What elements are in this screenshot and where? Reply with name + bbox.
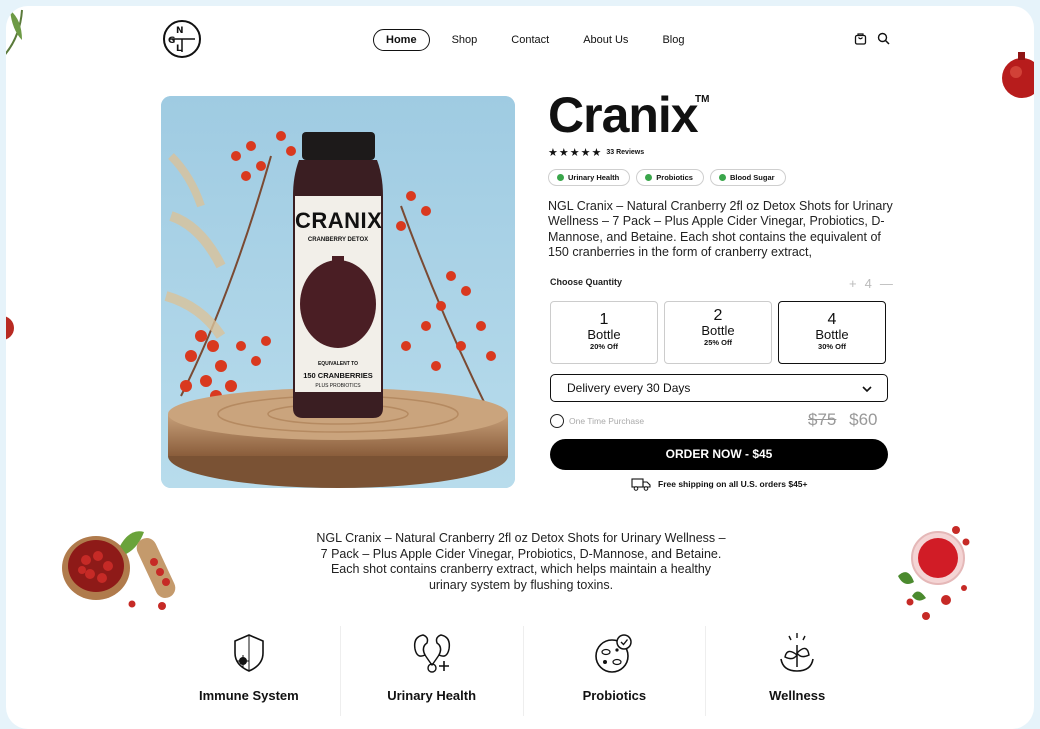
price-display: $75 $60 — [808, 410, 877, 430]
old-price: $75 — [808, 410, 837, 429]
cranberry-bowl-decoration — [62, 531, 176, 610]
shield-virus-icon — [234, 634, 264, 672]
option-2-bottle[interactable]: 2 Bottle 25% Off — [664, 301, 772, 364]
chevron-down-icon — [862, 386, 872, 393]
probiotic-cell-icon — [595, 634, 633, 673]
increment-button[interactable]: + — [849, 276, 857, 291]
option-unit: Bottle — [587, 327, 621, 342]
feature-label: Immune System — [199, 688, 299, 703]
delivery-select[interactable]: Delivery every 30 Days — [550, 374, 888, 402]
quantity-stepper: + 4 — — [849, 276, 893, 291]
option-discount: 25% Off — [704, 338, 732, 347]
option-unit: Bottle — [815, 327, 849, 342]
nav-about-us[interactable]: About Us — [583, 34, 628, 46]
trademark: TM — [695, 94, 710, 105]
feature-urinary-health: Urinary Health — [339, 626, 523, 716]
delivery-value: Delivery every 30 Days — [567, 381, 691, 395]
tag-probiotics: Probiotics — [636, 169, 704, 186]
star-icon: ★ — [569, 146, 580, 159]
bottle-plus: PLUS PROBIOTICS — [315, 383, 361, 389]
bottle-count: 150 CRANBERRIES — [303, 371, 373, 380]
cart-icon[interactable] — [854, 32, 867, 45]
tag-label: Blood Sugar — [729, 173, 775, 182]
option-4-bottle[interactable]: 4 Bottle 30% Off — [778, 301, 886, 364]
star-icon: ★ — [591, 146, 602, 159]
check-dot-icon — [645, 174, 653, 181]
feature-immune-system: Immune System — [158, 626, 340, 716]
one-time-label: One Time Purchase — [569, 416, 645, 426]
shipping-text: Free shipping on all U.S. orders $45+ — [658, 479, 808, 489]
option-count: 1 — [599, 311, 609, 328]
order-now-button[interactable]: ORDER NOW - $45 — [550, 439, 888, 470]
logo-divider — [169, 38, 195, 52]
rating[interactable]: ★ ★ ★ ★ ★ 33 Reviews — [548, 146, 644, 159]
option-unit: Bottle — [701, 323, 735, 338]
tag-urinary-health: Urinary Health — [548, 169, 631, 186]
tag-label: Probiotics — [656, 173, 693, 182]
option-count: 4 — [827, 311, 837, 328]
quantity-options: 1 Bottle 20% Off 2 Bottle 25% Off 4 Bott… — [550, 301, 886, 364]
feature-label: Probiotics — [582, 688, 647, 703]
nav-icons — [854, 32, 890, 45]
delivery-truck-icon — [631, 478, 651, 491]
bottle-equiv: EQUIVALENT TO — [317, 361, 359, 367]
option-count: 2 — [713, 307, 723, 324]
option-1-bottle[interactable]: 1 Bottle 20% Off — [550, 301, 658, 364]
feature-wellness: Wellness — [705, 626, 888, 716]
reviews-count[interactable]: 33 Reviews — [606, 149, 644, 156]
bottle-brand: CRANIX — [295, 208, 383, 233]
page: N G L Home Shop Contact About Us Blog CR… — [6, 6, 1034, 729]
product-description: NGL Cranix – Natural Cranberry 2fl oz De… — [548, 199, 893, 259]
kidneys-icon — [413, 634, 450, 673]
star-icon: ★ — [580, 146, 591, 159]
option-discount: 20% Off — [590, 342, 618, 351]
shipping-note: Free shipping on all U.S. orders $45+ — [631, 477, 808, 491]
star-icon: ★ — [548, 146, 558, 159]
berry-decoration — [6, 316, 14, 340]
nav-shop[interactable]: Shop — [452, 34, 478, 46]
feature-label: Urinary Health — [387, 688, 477, 703]
nav-contact[interactable]: Contact — [511, 34, 549, 46]
quantity-value: 4 — [864, 276, 872, 291]
nav-home[interactable]: Home — [373, 28, 430, 51]
decrement-button[interactable]: — — [880, 276, 893, 291]
feature-probiotics: Probiotics — [522, 626, 706, 716]
logo[interactable]: N G L — [163, 20, 201, 58]
bottle-subtitle: CRANBERRY DETOX — [307, 237, 369, 243]
feature-label: Wellness — [769, 688, 826, 703]
benefit-tags: Urinary Health Probiotics Blood Sugar — [548, 169, 786, 186]
tag-blood-sugar: Blood Sugar — [709, 169, 786, 186]
choose-quantity-label: Choose Quantity — [550, 277, 623, 287]
check-dot-icon — [718, 174, 726, 181]
product-image: CRANIX CRANBERRY DETOX EQUIVALENT TO 150… — [161, 96, 515, 488]
lower-description: NGL Cranix – Natural Cranberry 2fl oz De… — [316, 531, 726, 592]
tag-label: Urinary Health — [568, 173, 620, 182]
main-nav: Home Shop Contact About Us Blog — [373, 28, 718, 51]
check-dot-icon — [557, 174, 564, 181]
product-title: Cranix — [548, 87, 699, 143]
feature-list: Immune System Urinary Health Probiotics … — [158, 626, 888, 716]
one-time-purchase[interactable]: One Time Purchase — [550, 414, 644, 428]
product-photo — [161, 96, 515, 488]
search-icon[interactable] — [877, 32, 890, 45]
one-time-radio[interactable] — [550, 414, 564, 428]
cranberry-juice-decoration — [874, 506, 984, 631]
plant-hands-icon — [780, 633, 814, 672]
pomegranate-decoration — [1002, 52, 1034, 98]
star-icon: ★ — [558, 146, 569, 159]
option-discount: 30% Off — [818, 342, 846, 351]
nav-blog[interactable]: Blog — [662, 34, 684, 46]
leaf-decoration — [6, 9, 23, 55]
current-price: $60 — [849, 410, 878, 429]
